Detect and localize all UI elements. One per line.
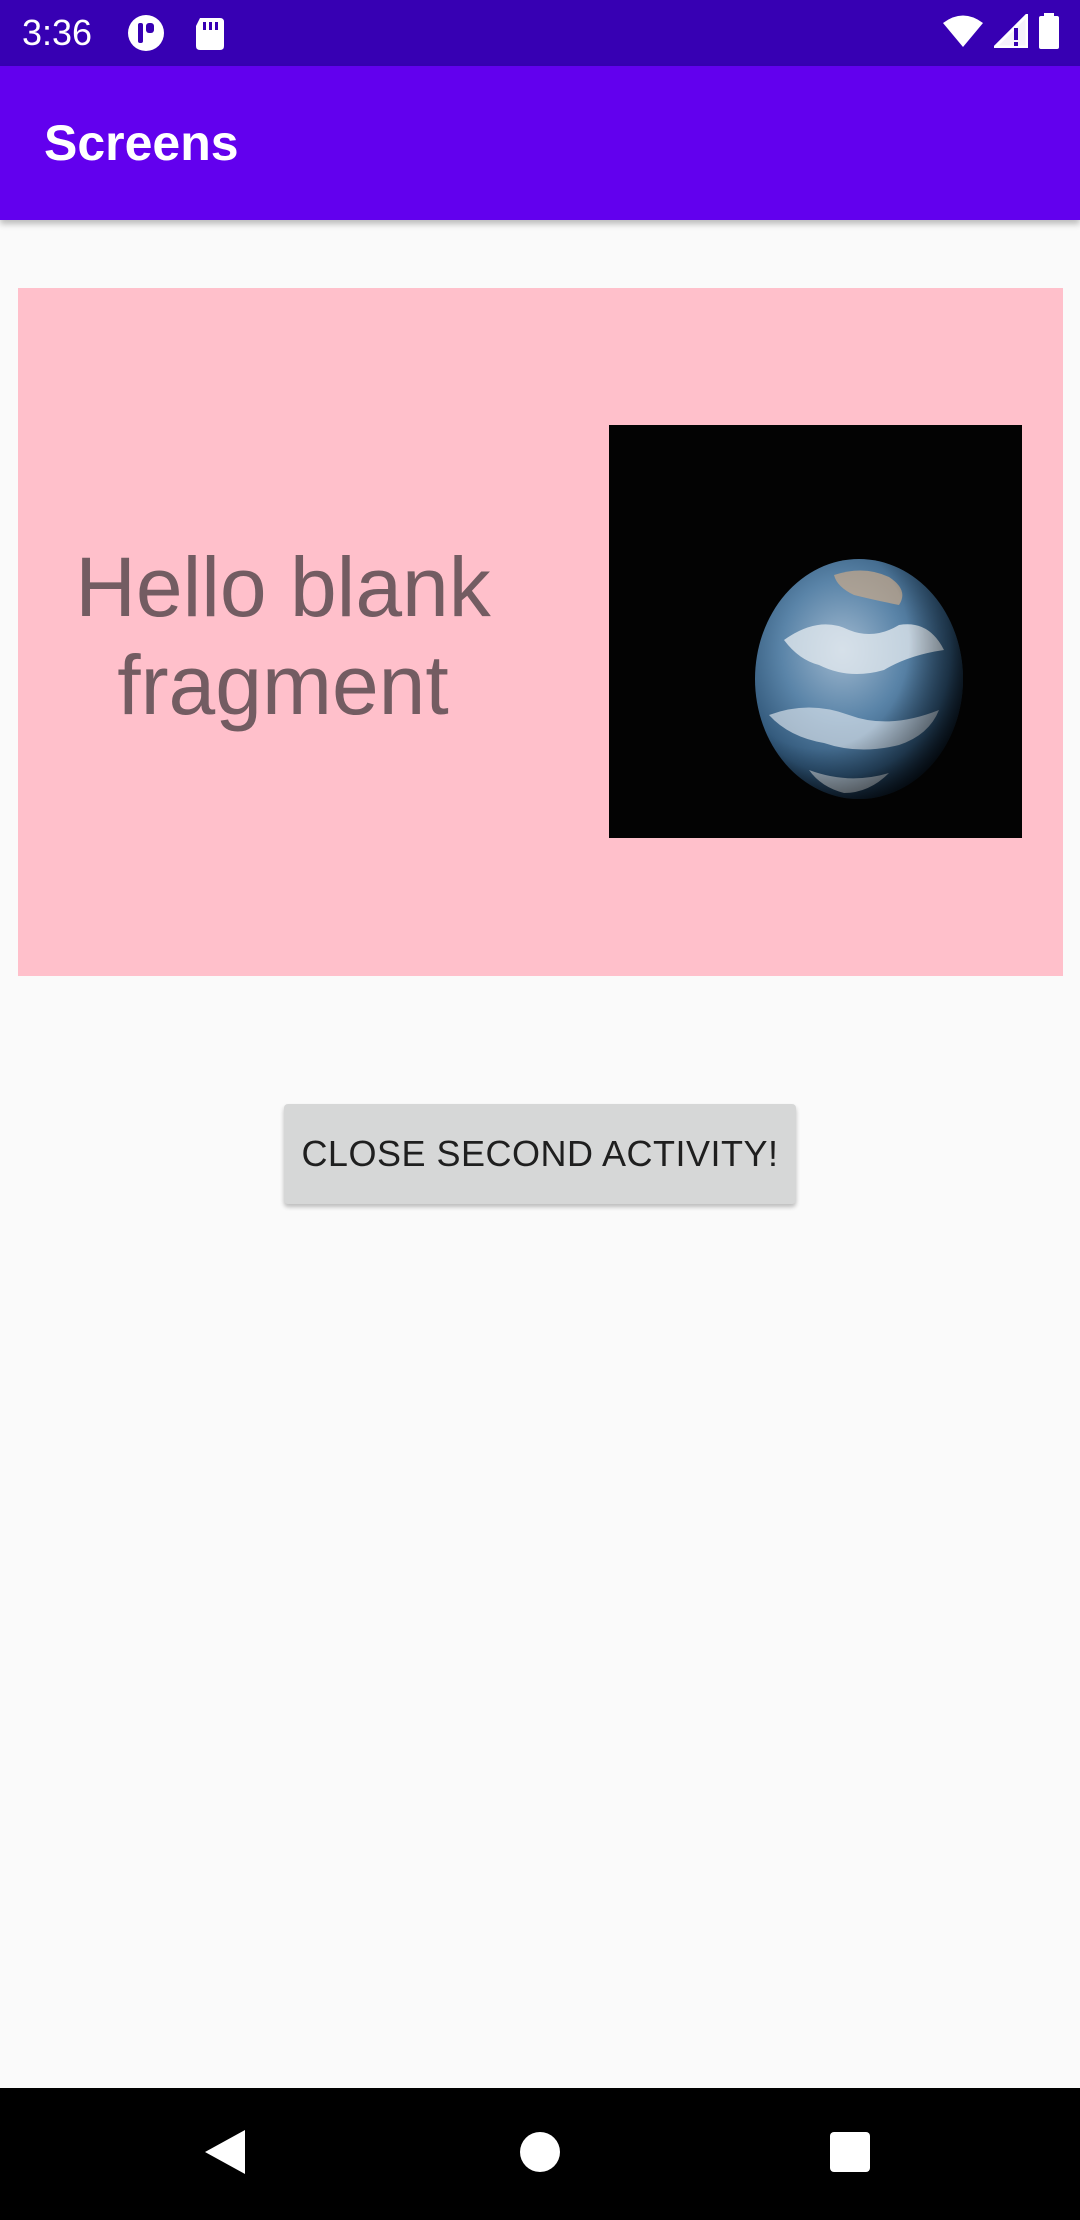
recents-button[interactable] <box>784 2088 916 2220</box>
home-icon <box>519 2131 561 2178</box>
close-second-activity-button[interactable]: CLOSE SECOND ACTIVITY! <box>284 1104 796 1204</box>
navigation-bar <box>0 2088 1080 2220</box>
status-icons <box>942 10 1060 54</box>
status-time: 3:36 <box>22 12 93 53</box>
back-button[interactable] <box>159 2088 291 2220</box>
sd-card-icon <box>190 14 230 52</box>
battery-icon <box>1038 12 1060 54</box>
blank-fragment: Hello blank fragment <box>18 288 1063 976</box>
status-bar: 3:36 <box>0 0 1080 66</box>
screen: 3:36 Screens Hello blank fragment CLOSE … <box>0 0 1080 2220</box>
app-notification-icon <box>126 14 166 52</box>
back-icon <box>203 2128 247 2181</box>
app-title: Screens <box>44 115 239 171</box>
cell-signal-icon <box>991 10 1029 53</box>
fragment-text: Hello blank fragment <box>75 540 491 732</box>
recents-icon <box>829 2131 871 2178</box>
wifi-icon <box>942 14 984 53</box>
home-button[interactable] <box>474 2088 606 2220</box>
earth-image <box>609 425 1022 838</box>
app-bar: Screens <box>0 66 1080 220</box>
